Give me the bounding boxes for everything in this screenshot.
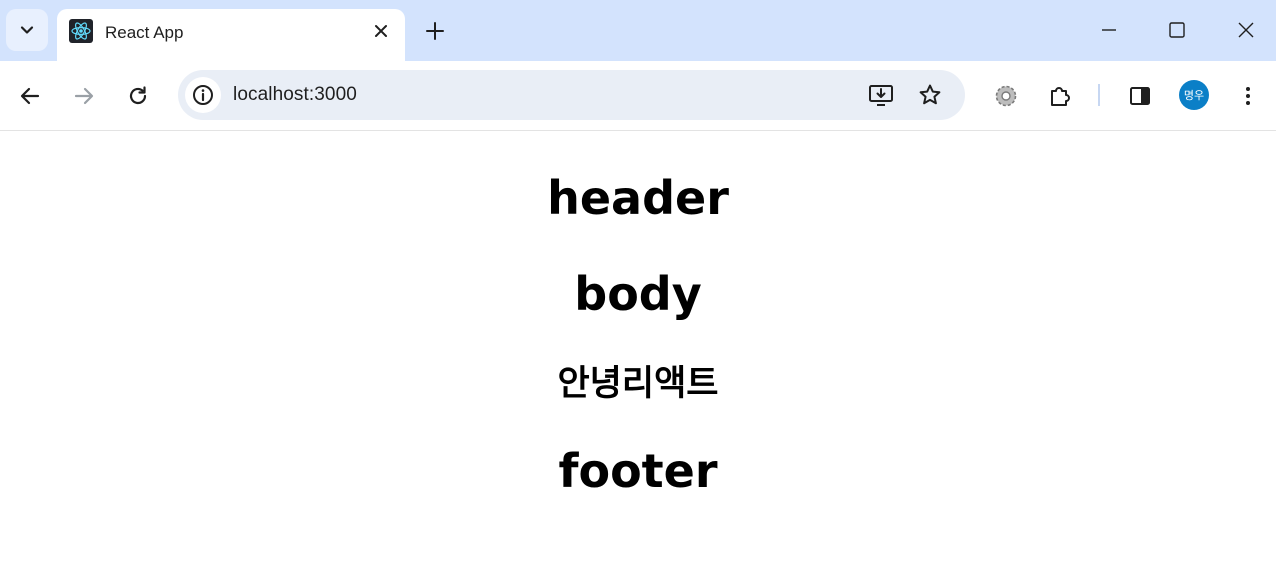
side-panel-icon	[1130, 87, 1150, 105]
profile-avatar[interactable]: 명우	[1179, 80, 1209, 110]
menu-button[interactable]	[1234, 82, 1262, 110]
close-icon	[1238, 22, 1254, 38]
gear-icon	[995, 85, 1017, 107]
site-info-button[interactable]	[185, 77, 221, 113]
new-tab-icon[interactable]	[422, 18, 448, 44]
forward-button[interactable]	[70, 82, 98, 110]
install-app-icon	[869, 85, 893, 106]
reload-icon	[129, 86, 147, 105]
info-icon	[193, 85, 213, 105]
minimize-button[interactable]	[1095, 16, 1123, 44]
install-app-button[interactable]	[867, 81, 895, 109]
extension-settings-button[interactable]	[992, 82, 1020, 110]
browser-toolbar: localhost:3000 명우	[0, 61, 1276, 131]
page-content: header body 안녕리액트 footer	[0, 131, 1276, 562]
browser-tab[interactable]: React App	[57, 9, 405, 61]
puzzle-icon	[1051, 87, 1070, 106]
greeting-heading: 안녕리액트	[557, 364, 719, 404]
minimize-icon	[1102, 29, 1116, 31]
maximize-icon	[1169, 22, 1185, 38]
arrow-left-icon	[20, 87, 40, 105]
close-window-button[interactable]	[1232, 16, 1260, 44]
tab-strip: React App	[0, 0, 1276, 61]
star-icon	[919, 84, 941, 105]
page-body-heading: body	[574, 267, 702, 321]
address-bar[interactable]: localhost:3000	[178, 70, 965, 120]
page-header-heading: header	[547, 171, 729, 225]
extensions-button[interactable]	[1046, 82, 1074, 110]
arrow-right-icon	[74, 87, 94, 105]
close-tab-icon[interactable]	[371, 21, 391, 41]
page-footer-heading: footer	[558, 444, 718, 498]
maximize-button[interactable]	[1163, 16, 1191, 44]
reload-button[interactable]	[124, 82, 152, 110]
tab-title: React App	[105, 23, 184, 42]
tab-search-button[interactable]	[6, 9, 48, 51]
side-panel-button[interactable]	[1126, 82, 1154, 110]
bookmark-button[interactable]	[916, 81, 944, 109]
toolbar-divider	[1098, 84, 1100, 106]
url-text[interactable]: localhost:3000	[233, 84, 357, 106]
chevron-down-icon	[20, 26, 34, 34]
react-logo-icon	[69, 19, 93, 43]
more-vert-icon	[1246, 87, 1250, 105]
back-button[interactable]	[16, 82, 44, 110]
